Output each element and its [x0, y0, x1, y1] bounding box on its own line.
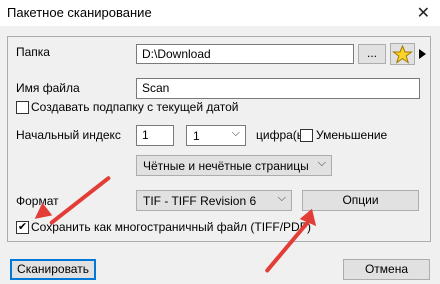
play-icon: [419, 49, 426, 59]
multipage-checkbox[interactable]: ✔: [16, 221, 29, 234]
decrease-checkbox[interactable]: [300, 129, 313, 142]
close-icon[interactable]: ✕: [417, 3, 430, 23]
format-select[interactable]: TIF - TIFF Revision 6 ⌵: [136, 190, 292, 211]
decrease-label: Уменьшение: [316, 128, 388, 142]
title-bar: Пакетное сканирование ✕: [0, 0, 440, 26]
folder-input[interactable]: D:\Download: [136, 44, 354, 64]
batch-scan-dialog: Пакетное сканирование ✕ Папка D:\Downloa…: [0, 0, 440, 284]
cancel-button[interactable]: Отмена: [343, 259, 430, 280]
favorites-menu-button[interactable]: [416, 43, 428, 65]
format-value: TIF - TIFF Revision 6: [143, 194, 257, 208]
scan-button[interactable]: Сканировать: [10, 259, 96, 280]
start-index-label: Начальный индекс: [16, 128, 121, 142]
pages-select[interactable]: Чётные и нечётные страницы ⌵: [136, 155, 332, 176]
filename-label: Имя файла: [16, 81, 80, 95]
favorites-button[interactable]: [390, 43, 415, 65]
browse-button[interactable]: ...: [358, 44, 386, 64]
start-index-input[interactable]: 1: [136, 125, 174, 146]
digits-select[interactable]: 1 ⌵: [186, 125, 246, 146]
options-button[interactable]: Опции: [302, 190, 419, 211]
chevron-down-icon: ⌵: [317, 157, 326, 169]
chevron-down-icon: ⌵: [231, 127, 240, 139]
chevron-down-icon: ⌵: [277, 192, 286, 204]
filename-input[interactable]: Scan: [136, 78, 420, 99]
subfolder-label: Создавать подпапку с текущей датой: [31, 100, 239, 114]
digits-value: 1: [193, 129, 200, 143]
subfolder-checkbox[interactable]: [16, 101, 29, 114]
folder-label: Папка: [16, 45, 50, 59]
star-icon: [392, 44, 413, 64]
pages-value: Чётные и нечётные страницы: [143, 159, 309, 173]
window-title: Пакетное сканирование: [7, 5, 152, 20]
multipage-label: Сохранить как многостраничный файл (TIFF…: [31, 220, 312, 234]
